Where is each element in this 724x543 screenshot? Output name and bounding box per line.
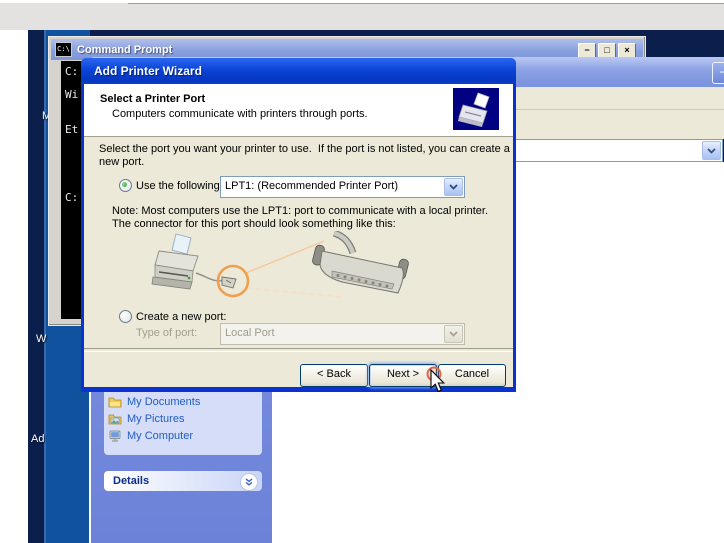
create-new-port-radio[interactable] — [119, 310, 132, 323]
details-panel-header[interactable]: Details — [104, 471, 262, 491]
link-label[interactable]: My Pictures — [127, 413, 184, 425]
details-label: Details — [113, 475, 149, 487]
printer-port-illustration — [146, 231, 426, 309]
intro-text-line2: new port. — [99, 156, 144, 168]
next-button[interactable]: Next > — [369, 364, 437, 387]
computer-icon — [108, 430, 122, 442]
link-my-pictures[interactable]: My Pictures — [108, 411, 184, 427]
command-prompt-title: Command Prompt — [77, 44, 172, 56]
note-text-line2: The connector for this port should look … — [112, 218, 396, 230]
link-my-computer[interactable]: My Computer — [108, 428, 193, 444]
top-divider-line — [128, 3, 724, 4]
type-of-port-label: Type of port: — [136, 327, 197, 339]
chevron-down-icon[interactable] — [444, 178, 463, 196]
wizard-header-title: Select a Printer Port — [100, 93, 205, 105]
intro-text-line1: Select the port you want your printer to… — [99, 143, 510, 155]
folder-documents-icon — [108, 396, 122, 408]
console-line: C: — [65, 65, 78, 78]
console-line: Et — [65, 123, 78, 136]
minimize-button[interactable]: − — [712, 62, 724, 84]
collapse-chevron-icon[interactable] — [240, 473, 258, 491]
add-printer-wizard-dialog: Add Printer Wizard Select a Printer Port… — [81, 58, 516, 392]
parallel-connector-graphic — [312, 233, 410, 293]
wizard-header: Select a Printer Port Computers communic… — [84, 84, 513, 137]
top-gray-band — [0, 3, 724, 30]
link-label[interactable]: My Computer — [127, 430, 193, 442]
printer-icon — [453, 88, 499, 130]
desktop-icon-label[interactable]: W — [36, 333, 46, 345]
wizard-header-subtitle: Computers communicate with printers thro… — [112, 108, 368, 120]
command-prompt-icon: C:\ — [55, 42, 72, 57]
port-combobox-value: LPT1: (Recommended Printer Port) — [225, 180, 398, 192]
port-type-value: Local Port — [225, 327, 275, 339]
chevron-down-icon — [444, 325, 463, 343]
link-my-documents[interactable]: My Documents — [108, 394, 200, 410]
wizard-client-area: Select a Printer Port Computers communic… — [84, 84, 513, 387]
console-line: C: — [65, 191, 78, 204]
wizard-body: Select the port you want your printer to… — [84, 137, 513, 347]
chevron-down-icon[interactable] — [702, 141, 721, 160]
use-following-port-radio[interactable] — [119, 179, 132, 192]
wizard-footer: < Back Next > Cancel — [84, 350, 513, 387]
note-text-line1: Note: Most computers use the LPT1: port … — [112, 205, 488, 217]
wizard-title: Add Printer Wizard — [94, 64, 202, 78]
link-label[interactable]: My Documents — [127, 396, 200, 408]
wizard-titlebar[interactable]: Add Printer Wizard — [81, 58, 516, 84]
small-connector-graphic — [222, 277, 236, 288]
folder-pictures-icon — [108, 413, 122, 425]
console-line: Wi — [65, 88, 78, 101]
screen: Re Moz W Ad C:\ Command Prompt − □ × C: … — [0, 0, 724, 543]
desktop-icon-label[interactable]: Ad — [31, 433, 44, 445]
create-new-port-label[interactable]: Create a new port: — [136, 311, 227, 323]
port-type-combobox: Local Port — [220, 323, 465, 345]
back-button[interactable]: < Back — [300, 364, 368, 387]
printer-graphic — [152, 234, 198, 289]
cancel-button[interactable]: Cancel — [438, 364, 506, 387]
port-combobox[interactable]: LPT1: (Recommended Printer Port) — [220, 176, 465, 198]
